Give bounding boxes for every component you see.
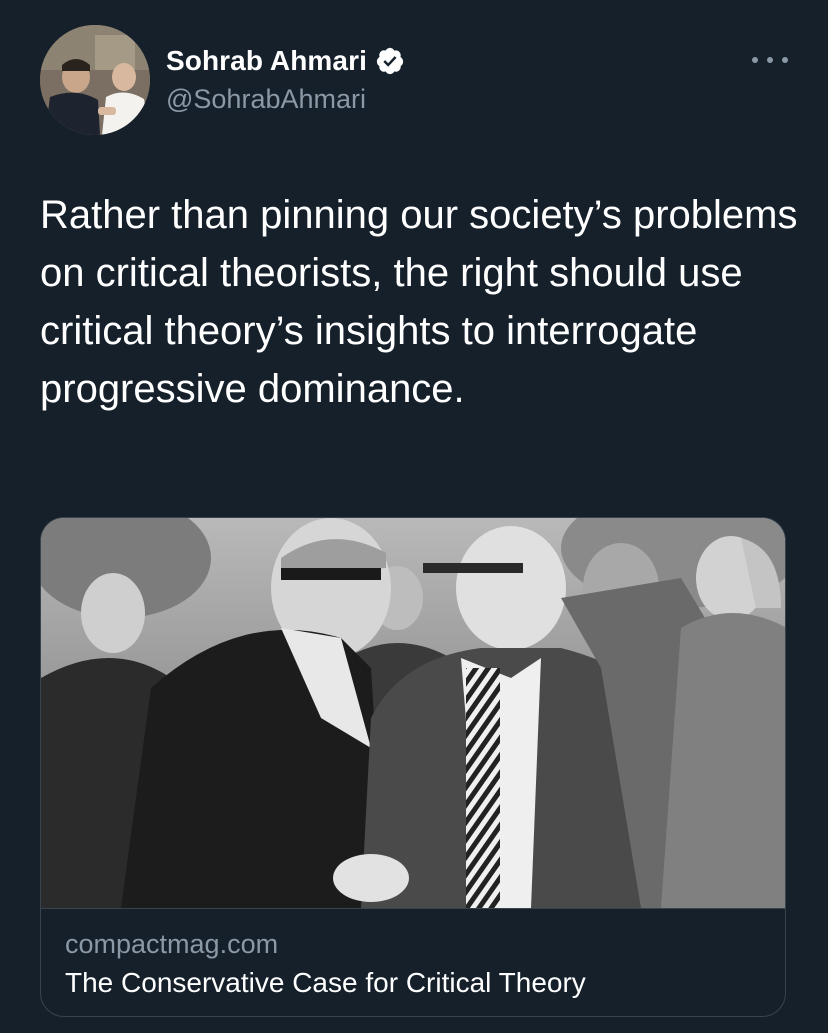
link-card-domain: compactmag.com xyxy=(65,929,279,959)
author-avatar[interactable] xyxy=(40,25,150,135)
author-display-name[interactable]: Sohrab Ahmari xyxy=(166,45,367,77)
tweet-text: Rather than pinning our society’s proble… xyxy=(40,193,798,411)
author-name-row[interactable]: Sohrab Ahmari xyxy=(166,42,405,80)
more-dot xyxy=(767,57,773,63)
link-card[interactable]: compactmag.com The Conservative Case for… xyxy=(40,517,786,1017)
verified-badge-icon xyxy=(375,46,405,76)
more-dot xyxy=(782,57,788,63)
more-dot xyxy=(752,57,758,63)
black-and-white-photo-icon xyxy=(41,518,785,908)
author-handle[interactable]: @SohrabAhmari xyxy=(166,84,366,115)
link-card-title: The Conservative Case for Critical Theor… xyxy=(65,967,586,998)
link-card-meta[interactable]: compactmag.com The Conservative Case for… xyxy=(41,908,785,1016)
more-options-icon[interactable] xyxy=(752,48,788,72)
avatar-photo-icon xyxy=(40,25,150,135)
link-card-image[interactable] xyxy=(41,518,785,908)
